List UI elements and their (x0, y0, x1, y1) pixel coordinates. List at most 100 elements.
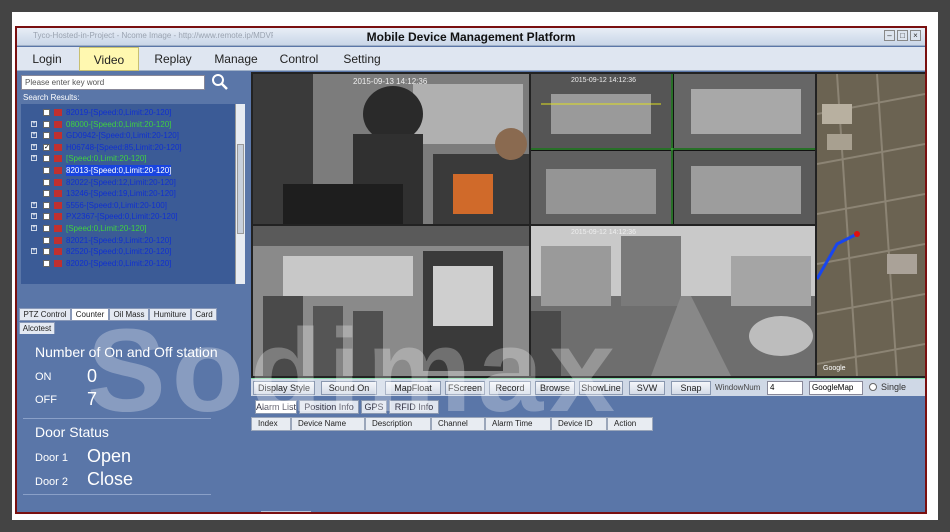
tree-row[interactable]: + [Speed:0,Limit:20-120] (21, 223, 235, 234)
menu-video[interactable]: Video (79, 47, 139, 71)
col-action[interactable]: Action (607, 417, 653, 431)
tab-ptz-control[interactable]: PTZ Control (19, 308, 71, 321)
tree-row[interactable]: + [Speed:0,Limit:20-120] (21, 153, 235, 164)
tree-row[interactable]: 82013-[Speed:0,Limit:20-120] (21, 165, 235, 176)
vehicle-icon (54, 213, 62, 221)
expand-icon[interactable]: + (31, 213, 37, 220)
tree-row[interactable]: +82520-[Speed:0,Limit:20-120] (21, 246, 235, 257)
camera-2[interactable]: 2015-09-12 14:12:36 (531, 74, 815, 224)
tree-checkbox[interactable] (43, 190, 50, 198)
tree-checkbox[interactable] (43, 248, 50, 256)
menu-setting[interactable]: Setting (333, 47, 391, 71)
tree-row[interactable]: 82019-[Speed:0,Limit:20-120] (21, 107, 235, 118)
tree-checkbox[interactable] (43, 259, 50, 267)
vehicle-icon (54, 225, 62, 232)
single-radio[interactable] (869, 383, 877, 391)
expand-icon[interactable]: + (31, 132, 37, 139)
menu-login[interactable]: Login (23, 47, 71, 71)
tree-row[interactable]: +5556-[Speed:0,Limit:20-100] (21, 200, 235, 211)
door1-value: Open (87, 446, 132, 466)
mapfloat-button[interactable]: MapFloat (385, 381, 441, 395)
svw-button[interactable]: SVW (629, 381, 665, 395)
tree-checkbox[interactable] (43, 225, 50, 232)
maximize-icon[interactable]: □ (897, 30, 908, 41)
vehicle-icon (54, 120, 62, 128)
camera-4[interactable]: 2015-09-12 14:12:36 (531, 226, 815, 376)
tree-checkbox[interactable] (43, 201, 50, 209)
tree-checkbox[interactable] (43, 132, 50, 140)
search-input[interactable]: Please enter key word (21, 75, 205, 90)
fscreen-button[interactable]: FScreen (445, 381, 485, 395)
tab-gps[interactable]: GPS (361, 400, 387, 414)
camera-4-feed (531, 226, 815, 376)
tree-checkbox[interactable] (43, 236, 50, 244)
tree-checkbox[interactable] (43, 109, 50, 116)
tree-row-label: GD0942-[Speed:0,Limit:20-120] (66, 131, 179, 141)
tree-row[interactable]: + GD0942-[Speed:0,Limit:20-120] (21, 130, 235, 141)
tree-row[interactable]: + PX2367-[Speed:0,Limit:20-120] (21, 211, 235, 222)
tree-checkbox[interactable] (43, 213, 50, 221)
col-alarm-time[interactable]: Alarm Time (485, 417, 551, 431)
col-device-name[interactable]: Device Name (291, 417, 365, 431)
tree-row[interactable]: +08000-[Speed:0,Limit:20-120] (21, 119, 235, 130)
scrollbar-thumb[interactable] (237, 144, 244, 234)
app-window: Tyco-Hosted-in-Project - Ncome Image - h… (15, 26, 927, 514)
col-device-id[interactable]: Device ID (551, 417, 607, 431)
tree-checkbox[interactable] (43, 178, 50, 186)
counter-panel: Number of On and Off station ON 0 OFF 7 … (17, 334, 249, 512)
tab-alarm-list[interactable]: Alarm List (255, 400, 297, 414)
horizontal-scrollbar[interactable] (261, 511, 311, 512)
sound-on-button[interactable]: Sound On (321, 381, 377, 395)
tab-counter[interactable]: Counter (71, 308, 109, 321)
tree-row[interactable]: 13246-[Speed:19,Limit:20-120] (21, 188, 235, 199)
expand-icon[interactable]: + (31, 225, 37, 231)
expand-icon[interactable]: + (31, 201, 37, 208)
expand-icon[interactable]: + (31, 248, 37, 255)
display-style-button[interactable]: Display Style (253, 381, 315, 395)
minimize-icon[interactable]: – (884, 30, 895, 41)
station-count-title: Number of On and Off station (35, 344, 218, 360)
col-channel[interactable]: Channel (431, 417, 485, 431)
tree-row[interactable]: + ✓ H06748-[Speed:85,Limit:20-120] (21, 142, 235, 153)
col-description[interactable]: Description (365, 417, 431, 431)
close-icon[interactable]: × (910, 30, 921, 41)
snap-button[interactable]: Snap (671, 381, 711, 395)
search-icon[interactable] (211, 73, 229, 91)
tree-checkbox[interactable] (43, 167, 50, 174)
tree-row[interactable]: 82022-[Speed:12,Limit:20-120] (21, 177, 235, 188)
camera-3[interactable] (253, 226, 529, 376)
tree-row-label: [Speed:0,Limit:20-120] (66, 154, 147, 164)
map-type-select[interactable]: GoogleMap (809, 381, 863, 395)
browse-button[interactable]: Browse (535, 381, 575, 395)
window-title: Mobile Device Management Platform (366, 30, 576, 44)
showline-button[interactable]: ShowLine (579, 381, 623, 395)
menu-control[interactable]: Control (271, 47, 327, 71)
tab-rfid-info[interactable]: RFID Info (389, 400, 439, 414)
tree-checkbox[interactable] (43, 120, 50, 128)
tree-row-label: PX2367-[Speed:0,Limit:20-120] (66, 212, 178, 222)
tab-card[interactable]: Card (191, 308, 217, 321)
record-button[interactable]: Record (489, 381, 531, 395)
tree-scrollbar[interactable] (235, 104, 245, 284)
tab-humiture[interactable]: Humiture (149, 308, 191, 321)
tree-row[interactable]: 82020-[Speed:0,Limit:20-120] (21, 258, 235, 269)
tree-checkbox[interactable]: ✓ (43, 143, 50, 151)
tab-position-info[interactable]: Position Info (299, 400, 359, 414)
window-num-select[interactable]: 4 (767, 381, 803, 395)
expand-icon[interactable]: + (31, 120, 37, 127)
menu-replay[interactable]: Replay (145, 47, 201, 71)
expand-icon[interactable]: + (31, 155, 37, 162)
camera-3-feed (253, 226, 529, 376)
door2-label: Door 2 (35, 476, 69, 488)
col-index[interactable]: Index (251, 417, 291, 431)
tree-row-label: 82021-[Speed:9,Limit:20-120] (66, 235, 172, 245)
tab-oil-mass[interactable]: Oil Mass (109, 308, 149, 321)
camera-1[interactable]: 2015-09-13 14:12:36 (253, 74, 529, 224)
tree-checkbox[interactable] (43, 155, 50, 163)
vehicle-icon (54, 167, 62, 174)
expand-icon[interactable]: + (31, 143, 37, 150)
tree-row[interactable]: 82021-[Speed:9,Limit:20-120] (21, 235, 235, 246)
menu-manage[interactable]: Manage (207, 47, 265, 71)
vehicle-icon (54, 190, 62, 198)
map-view[interactable]: Google (817, 74, 925, 376)
